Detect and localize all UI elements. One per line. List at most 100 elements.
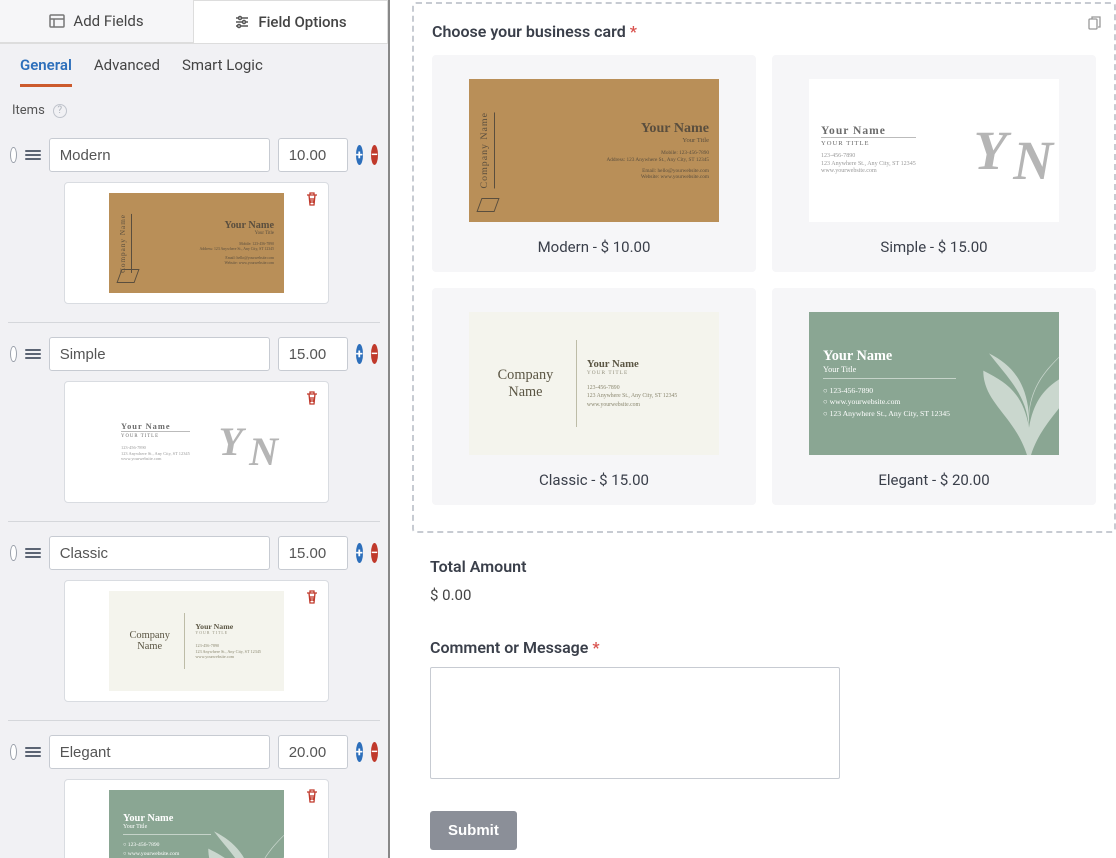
item-name-input[interactable]: [49, 337, 270, 371]
item-name-input[interactable]: [49, 536, 270, 570]
add-item-button[interactable]: +: [356, 543, 363, 563]
add-item-button[interactable]: +: [356, 742, 363, 762]
trash-icon[interactable]: [304, 788, 320, 804]
top-tabs: Add Fields Field Options: [0, 0, 388, 44]
card-option[interactable]: Your Name YOUR TITLE 123-456-7890 123 An…: [772, 55, 1096, 272]
card-phone: 123-456-7890: [821, 153, 916, 161]
card-website: www.yourwebsite.com: [587, 401, 677, 409]
item-radio[interactable]: [10, 346, 17, 362]
tab-field-options[interactable]: Field Options: [193, 0, 388, 43]
card-option[interactable]: Your Name Your Title 123-456-7890 www.yo…: [772, 288, 1096, 505]
card-option-label: Simple - $ 15.00: [880, 238, 987, 256]
drag-handle-icon[interactable]: [25, 747, 41, 757]
card-title: Your Title: [199, 231, 274, 236]
card-option[interactable]: Company Name Your Name Your Title Mobile…: [432, 55, 756, 272]
card-website: www.yourwebsite.com: [195, 654, 261, 660]
item-name-input[interactable]: [49, 138, 270, 172]
card-website: Website: www.yourwebsite.com: [199, 261, 274, 266]
sub-tab-general[interactable]: General: [20, 56, 72, 87]
left-panel: Add Fields Field Options General Advance…: [0, 0, 390, 858]
drag-handle-icon[interactable]: [25, 548, 41, 558]
item-radio[interactable]: [10, 147, 17, 163]
card-name: Your Name: [606, 120, 709, 137]
tab-add-fields-label: Add Fields: [73, 12, 143, 30]
card-name: Your Name: [821, 125, 916, 137]
duplicate-icon[interactable]: [1086, 16, 1102, 32]
comment-textarea[interactable]: [430, 667, 840, 779]
card-email: Email: hello@yourwebsite.com: [606, 168, 709, 175]
tab-add-fields[interactable]: Add Fields: [0, 0, 193, 43]
sub-tab-smart-logic[interactable]: Smart Logic: [182, 56, 263, 87]
item-row: + − Company Name Your Name Your Title Mo…: [8, 124, 380, 323]
items-list: + − Company Name Your Name Your Title Mo…: [0, 124, 388, 858]
card-title: YOUR TITLE: [587, 370, 677, 376]
fields-icon: [49, 13, 65, 29]
card-name: Your Name: [195, 622, 261, 631]
item-thumbnail: Your Name YOUR TITLE 123-456-7890 123 An…: [64, 381, 329, 503]
cards-grid: Company Name Your Name Your Title Mobile…: [432, 55, 1096, 505]
drag-handle-icon[interactable]: [25, 150, 41, 160]
required-asterisk: *: [592, 638, 599, 657]
card-phone: Mobile: 123-456-7890: [606, 150, 709, 157]
card-option-label: Elegant - $ 20.00: [878, 471, 989, 489]
item-thumbnail: Company Name Your Name Your Title Mobile…: [64, 182, 329, 304]
item-radio[interactable]: [10, 744, 17, 760]
sub-tabs: General Advanced Smart Logic: [0, 44, 388, 87]
required-asterisk: *: [630, 22, 637, 41]
submit-button[interactable]: Submit: [430, 811, 517, 850]
trash-icon[interactable]: [304, 589, 320, 605]
item-price-input[interactable]: [278, 138, 348, 172]
card-company: Company Name: [119, 214, 132, 273]
item-name-input[interactable]: [49, 735, 270, 769]
item-price-input[interactable]: [278, 735, 348, 769]
card-title: Your Title: [606, 137, 709, 144]
drag-handle-icon[interactable]: [25, 349, 41, 359]
card-monogram: YN: [219, 426, 272, 458]
card-name: Your Name: [199, 220, 274, 231]
preview-pane: Choose your business card * Company Name…: [390, 0, 1116, 858]
remove-item-button[interactable]: −: [371, 344, 378, 364]
choose-card-label: Choose your business card: [432, 22, 626, 41]
remove-item-button[interactable]: −: [371, 742, 378, 762]
card-name: Your Name: [587, 358, 677, 370]
card-logo: [476, 198, 499, 212]
remove-item-button[interactable]: −: [371, 543, 378, 563]
card-option[interactable]: Company Name Your Name YOUR TITLE 123-45…: [432, 288, 756, 505]
sliders-icon: [234, 14, 250, 30]
remove-item-button[interactable]: −: [371, 145, 378, 165]
item-thumbnail: Your Name Your Title 123-456-7890 www.yo…: [64, 779, 329, 858]
trash-icon[interactable]: [304, 191, 320, 207]
card-company: Company Name: [481, 367, 576, 401]
tab-field-options-label: Field Options: [258, 13, 346, 31]
card-title: YOUR TITLE: [195, 631, 261, 635]
item-price-input[interactable]: [278, 337, 348, 371]
help-icon[interactable]: ?: [53, 104, 67, 118]
total-amount-value: $ 0.00: [430, 586, 1098, 604]
trash-icon[interactable]: [304, 390, 320, 406]
item-row: + − Your Name YOUR TITLE 123-456-7890 12…: [8, 323, 380, 522]
item-thumbnail: Company Name Your Name YOUR TITLE 123-45…: [64, 580, 329, 702]
card-option-label: Modern - $ 10.00: [538, 238, 651, 256]
card-title: YOUR TITLE: [821, 137, 916, 147]
item-price-input[interactable]: [278, 536, 348, 570]
card-name: Your Name: [121, 422, 190, 431]
comment-label: Comment or Message: [430, 638, 588, 657]
add-item-button[interactable]: +: [356, 145, 363, 165]
leaf-decoration: [969, 312, 1059, 455]
card-address: Address: 123 Anywhere St., Any City, ST …: [606, 157, 709, 164]
sub-tab-advanced[interactable]: Advanced: [94, 56, 160, 87]
card-website: Website: www.yourwebsite.com: [606, 174, 709, 181]
card-title: YOUR TITLE: [121, 431, 190, 439]
item-radio[interactable]: [10, 545, 17, 561]
leaf-decoration: [194, 790, 284, 858]
card-website: www.yourwebsite.com: [121, 456, 190, 462]
total-amount-label: Total Amount: [430, 557, 1098, 576]
add-item-button[interactable]: +: [356, 344, 363, 364]
choose-card-field[interactable]: Choose your business card * Company Name…: [412, 2, 1116, 533]
card-option-label: Classic - $ 15.00: [539, 471, 649, 489]
card-address: Address: 123 Anywhere St., Any City, ST …: [199, 247, 274, 252]
card-phone: 123-456-7890: [587, 384, 677, 392]
card-monogram: YN: [974, 129, 1047, 173]
card-address: 123 Anywhere St., Any City, ST 12345: [587, 392, 677, 400]
card-website: www.yourwebsite.com: [821, 168, 916, 176]
